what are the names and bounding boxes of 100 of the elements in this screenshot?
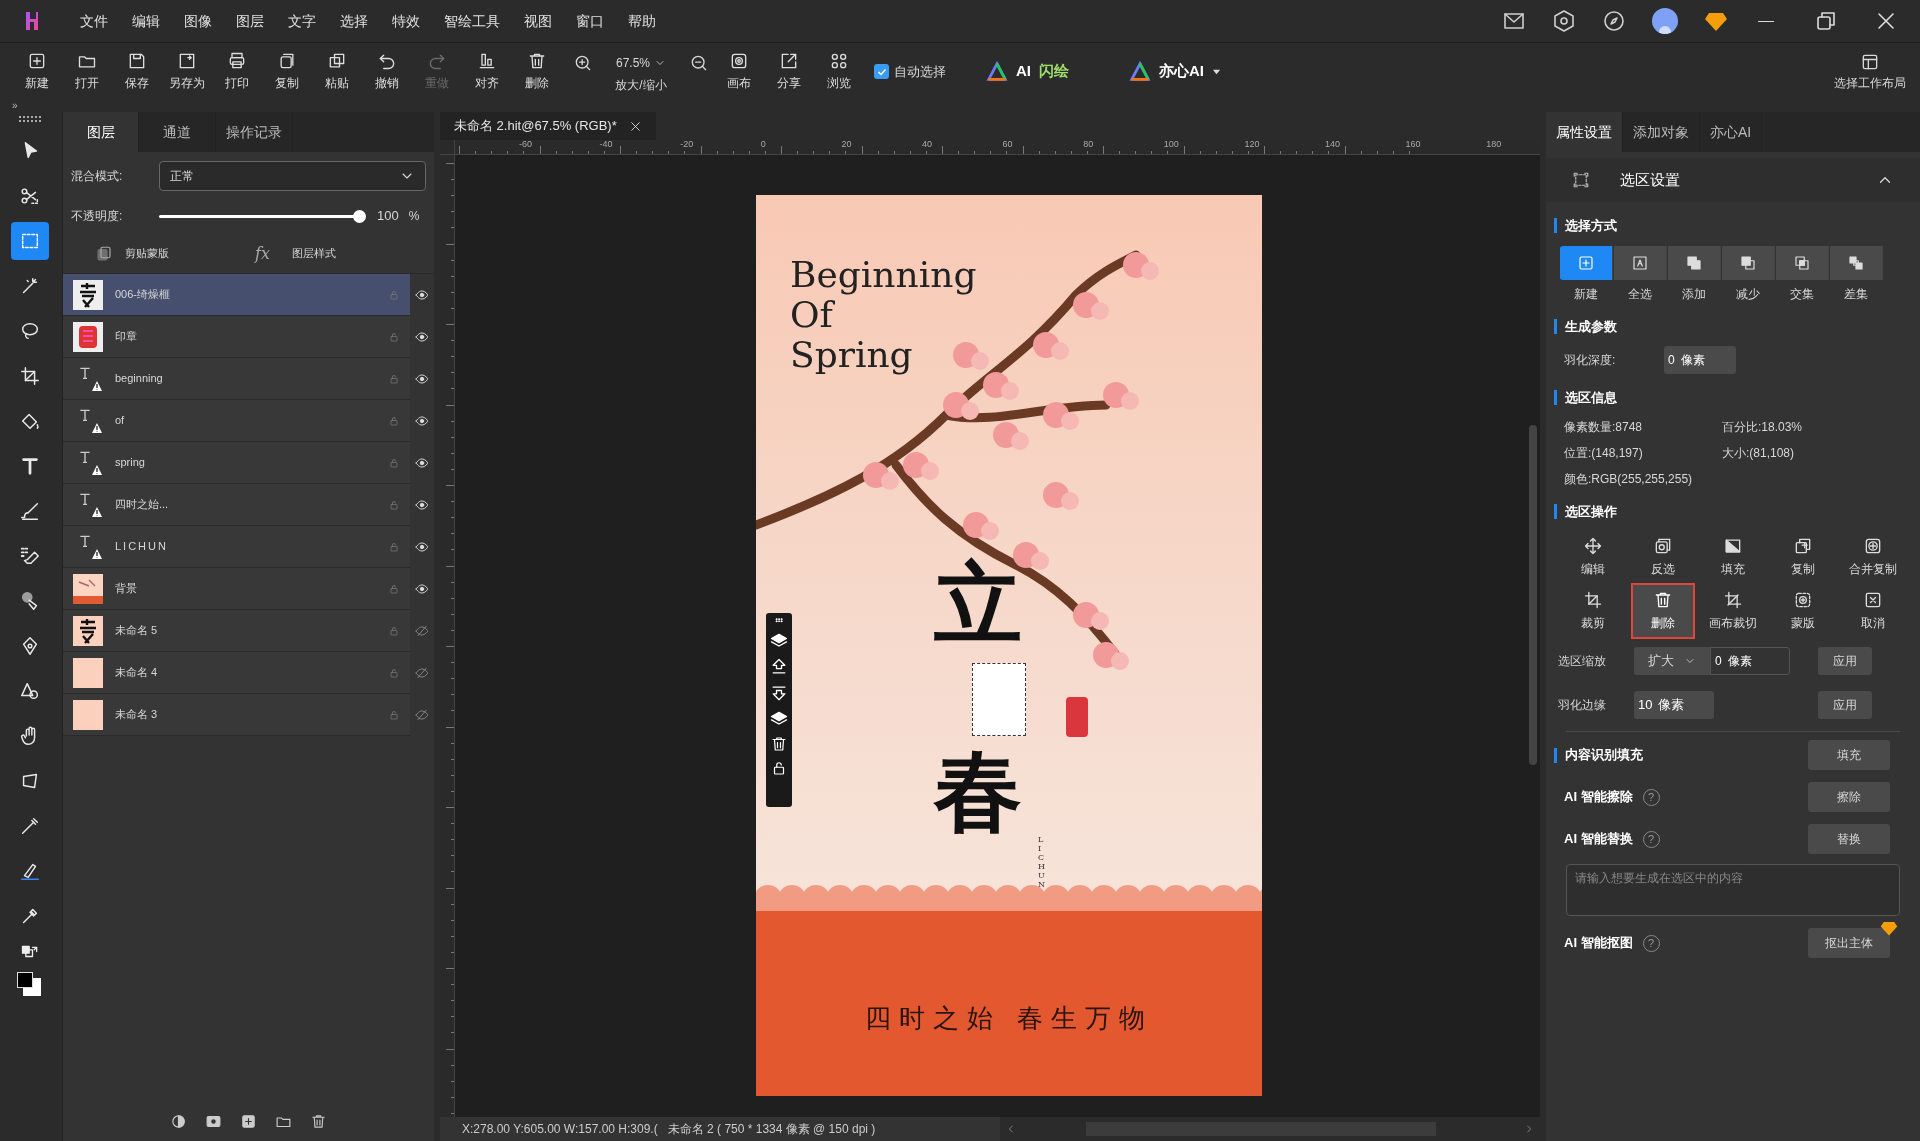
layer-row[interactable]: spring xyxy=(63,442,434,484)
toolbar-button[interactable]: 复制 xyxy=(262,51,312,92)
lock-icon xyxy=(388,624,400,637)
apply-button[interactable]: 应用 xyxy=(1818,691,1872,719)
menu-item[interactable]: 图像 xyxy=(175,10,221,32)
layer-row[interactable]: 006-绮燥榧 xyxy=(63,274,434,316)
menu-item[interactable]: 窗口 xyxy=(567,10,613,32)
selection-action-button[interactable]: 反选 xyxy=(1633,531,1693,583)
toolbar-button[interactable]: 浏览 xyxy=(814,51,864,92)
menu-item[interactable]: 文字 xyxy=(279,10,325,32)
feather-depth-field[interactable]: 0 像素 xyxy=(1664,346,1736,374)
toolbar-button[interactable]: 粘贴 xyxy=(312,51,362,92)
toolbar-button[interactable]: 新建 xyxy=(12,51,62,92)
selection-action-button[interactable]: 取消 xyxy=(1843,585,1903,637)
panel-tab[interactable]: 属性设置 xyxy=(1546,112,1623,152)
cutout-button[interactable]: 抠出主体 xyxy=(1808,928,1890,958)
scale-mode-dropdown[interactable]: 扩大 xyxy=(1634,647,1710,675)
clip-mask-button[interactable]: 剪贴蒙版 xyxy=(125,245,169,262)
menu-item[interactable]: 编辑 xyxy=(123,10,169,32)
layer-thumbnail xyxy=(73,279,103,310)
ruler-label: -40 xyxy=(599,140,613,149)
poster-title: Spring xyxy=(790,335,914,375)
layer-row[interactable]: 未命名 4 xyxy=(63,652,434,694)
toolbar-button[interactable]: 分享 xyxy=(764,51,814,92)
menu-item[interactable]: 选择 xyxy=(331,10,377,32)
selection-action-button[interactable]: 删除 xyxy=(1633,585,1693,637)
selection-action-button[interactable]: 蒙版 xyxy=(1773,585,1833,637)
layer-row[interactable]: 背景 xyxy=(63,568,434,610)
slider-thumb[interactable] xyxy=(352,209,366,223)
selection-action-button[interactable]: 填充 xyxy=(1703,531,1763,583)
toolbar-button[interactable]: 画布 xyxy=(714,51,764,92)
selection-action-button[interactable]: 合并复制 xyxy=(1843,531,1903,583)
document-tab[interactable]: 未命名 2.hit@67.5% (RGB)* xyxy=(440,112,656,140)
layer-row[interactable]: 未命名 5 xyxy=(63,610,434,652)
toolbar-button[interactable]: 对齐 xyxy=(462,51,512,92)
selection-info-text: 颜色:RGB(255,255,255) xyxy=(1564,470,1694,488)
layer-row[interactable]: 未命名 3 xyxy=(63,694,434,736)
select-all-icon xyxy=(1630,253,1649,272)
menu-item[interactable]: 智绘工具 xyxy=(435,10,509,32)
align-icon xyxy=(477,51,497,71)
layer-row[interactable]: beginning xyxy=(63,358,434,400)
layer-row[interactable]: LICHUN xyxy=(63,526,434,568)
menu-item[interactable]: 文件 xyxy=(71,10,117,32)
section-heading: 选择方式 xyxy=(1565,217,1617,235)
panel-tab[interactable]: 图层 xyxy=(63,112,139,152)
ai-action-button[interactable]: 擦除 xyxy=(1808,782,1890,812)
blend-mode-label: 混合模式: xyxy=(71,168,124,185)
prompt-field[interactable]: 请输入想要生成在选区中的内容 xyxy=(1566,864,1900,916)
eraser-icon xyxy=(19,545,41,567)
selection-action-button[interactable]: 复制 xyxy=(1773,531,1833,583)
toolbar-button[interactable]: 打印 xyxy=(212,51,262,92)
layer-name: 006-绮燥榧 xyxy=(115,287,172,303)
opacity-slider[interactable] xyxy=(159,209,365,223)
ruler-label: 180 xyxy=(1486,140,1502,149)
caret-icon xyxy=(1212,67,1221,76)
lock-icon xyxy=(388,288,400,301)
marquee-tool[interactable] xyxy=(11,222,49,260)
layer-row[interactable]: of xyxy=(63,400,434,442)
undo-icon xyxy=(377,51,397,71)
scale-value-field[interactable]: 0 像素 xyxy=(1710,647,1790,675)
menu-item[interactable]: 特效 xyxy=(383,10,429,32)
toolbar-button[interactable]: 打开 xyxy=(62,51,112,92)
selection-action-button[interactable]: 裁剪 xyxy=(1563,585,1623,637)
save-as-icon xyxy=(177,51,197,71)
ai-button[interactable]: AI 闪绘 xyxy=(986,60,1069,83)
toolbar-button[interactable]: 保存 xyxy=(112,51,162,92)
toolbar-button[interactable]: 撤销 xyxy=(362,51,412,92)
grip-handle[interactable] xyxy=(19,116,41,122)
expand-toggle[interactable]: » xyxy=(12,101,18,111)
layer-name: LICHUN xyxy=(115,539,169,555)
ai-action-button[interactable]: 替换 xyxy=(1808,824,1890,854)
selection-action-button[interactable]: 编辑 xyxy=(1563,531,1623,583)
auto-select-checkbox[interactable] xyxy=(874,64,889,79)
feather-edge-field[interactable]: 10 像素 xyxy=(1634,691,1714,719)
add-selection-icon xyxy=(1684,253,1703,272)
fill-button[interactable]: 填充 xyxy=(1808,740,1890,770)
cancel-icon xyxy=(1863,590,1883,610)
layout-button[interactable]: 选择工作布局 xyxy=(1834,51,1906,92)
apply-button[interactable]: 应用 xyxy=(1818,647,1872,675)
trash-icon xyxy=(1653,590,1673,610)
layer-style-button[interactable]: 图层样式 xyxy=(291,245,336,262)
avatar[interactable] xyxy=(1652,8,1678,34)
trash-icon xyxy=(770,735,788,753)
menu-item[interactable]: 视图 xyxy=(515,10,561,32)
layer-row[interactable]: 四时之始... xyxy=(63,484,434,526)
ai-tool-label: AI 智能擦除 xyxy=(1564,788,1633,807)
difference-icon xyxy=(1846,253,1865,272)
zoom-value[interactable]: 67.5% xyxy=(616,53,650,72)
blend-mode-dropdown[interactable]: 正常 xyxy=(159,161,426,191)
ai-button[interactable]: 亦心AI xyxy=(1129,60,1221,83)
toolbar-button[interactable]: 删除 xyxy=(512,51,562,92)
lock-icon xyxy=(388,666,400,679)
menu-item[interactable]: 图层 xyxy=(227,10,273,32)
section-heading: 选区信息 xyxy=(1565,389,1617,407)
layer-row[interactable]: 印章 xyxy=(63,316,434,358)
auto-select-label: 自动选择 xyxy=(894,62,946,81)
selection-action-button[interactable]: 画布裁切 xyxy=(1703,585,1763,637)
menu-item[interactable]: 帮助 xyxy=(619,10,665,32)
copy-icon xyxy=(277,51,297,71)
toolbar-button[interactable]: 另存为 xyxy=(162,51,212,92)
